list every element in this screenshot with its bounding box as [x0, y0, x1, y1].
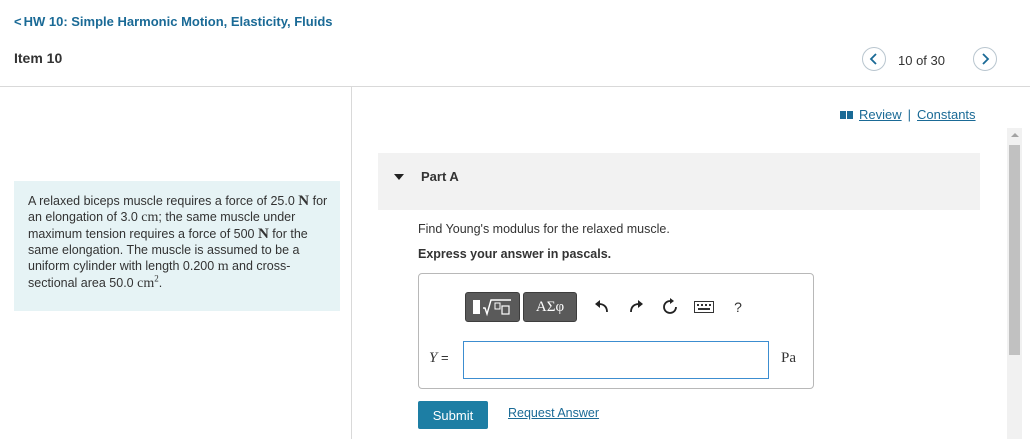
- unit-newton: N: [257, 226, 269, 242]
- unit-cm: cm: [141, 210, 159, 225]
- chevron-right-icon: [982, 53, 990, 65]
- collapse-triangle-icon[interactable]: [394, 174, 404, 180]
- unit-meter: m: [217, 259, 229, 274]
- unit-cm-squared: cm2: [137, 274, 159, 291]
- keyboard-button[interactable]: [689, 292, 719, 322]
- templates-button[interactable]: [465, 292, 520, 322]
- question-text: Find Young's modulus for the relaxed mus…: [418, 222, 670, 236]
- undo-icon: [595, 300, 608, 313]
- instruction-text: Express your answer in pascals.: [418, 247, 612, 261]
- math-toolbar: ΑΣφ ?: [465, 292, 753, 322]
- next-item-button[interactable]: [973, 47, 997, 71]
- keyboard-icon: [694, 301, 714, 313]
- templates-icon: [472, 299, 511, 317]
- redo-button[interactable]: [621, 292, 651, 322]
- chevron-left-icon: <: [14, 14, 22, 29]
- header-divider: [0, 86, 1030, 87]
- link-separator: |: [907, 107, 912, 122]
- problem-statement: A relaxed biceps muscle requires a force…: [14, 181, 340, 311]
- help-icon: ?: [734, 299, 742, 315]
- greek-symbols-button[interactable]: ΑΣφ: [523, 292, 577, 322]
- constants-link[interactable]: Constants: [917, 107, 976, 122]
- review-link[interactable]: Review: [859, 107, 902, 122]
- undo-button[interactable]: [587, 292, 617, 322]
- scrollbar-thumb[interactable]: [1009, 145, 1020, 355]
- answer-unit: Pa: [781, 350, 796, 366]
- arrow-up-icon: [1010, 133, 1019, 137]
- equals-sign: =: [437, 350, 449, 365]
- scroll-up-button[interactable]: [1007, 128, 1022, 142]
- chevron-left-icon: [869, 53, 877, 65]
- problem-text: A relaxed biceps muscle requires a force…: [28, 194, 299, 208]
- redo-icon: [630, 300, 643, 313]
- answer-variable-label: Y =: [429, 350, 449, 367]
- item-title: Item 10: [14, 50, 63, 66]
- unit-cm: cm: [137, 276, 155, 291]
- answer-box: ΑΣφ ? Y = Pa: [418, 273, 814, 389]
- previous-item-button[interactable]: [862, 47, 886, 71]
- help-button[interactable]: ?: [723, 292, 753, 322]
- reset-button[interactable]: [655, 292, 685, 322]
- request-answer-link[interactable]: Request Answer: [508, 406, 599, 420]
- part-a-header[interactable]: Part A: [378, 153, 980, 210]
- back-to-assignment-link[interactable]: < HW 10: Simple Harmonic Motion, Elastici…: [14, 14, 333, 29]
- answer-input[interactable]: [463, 341, 769, 379]
- item-counter: 10 of 30: [898, 53, 945, 68]
- review-constants-links: Review | Constants: [840, 107, 976, 122]
- unit-newton: N: [298, 193, 310, 209]
- submit-button[interactable]: Submit: [418, 401, 488, 429]
- scrollbar[interactable]: [1007, 128, 1022, 439]
- problem-text: .: [158, 276, 163, 290]
- book-icon: [840, 110, 853, 119]
- reset-icon: [663, 298, 677, 314]
- part-label: Part A: [421, 169, 459, 184]
- assignment-title: HW 10: Simple Harmonic Motion, Elasticit…: [23, 14, 333, 29]
- column-divider: [351, 87, 352, 439]
